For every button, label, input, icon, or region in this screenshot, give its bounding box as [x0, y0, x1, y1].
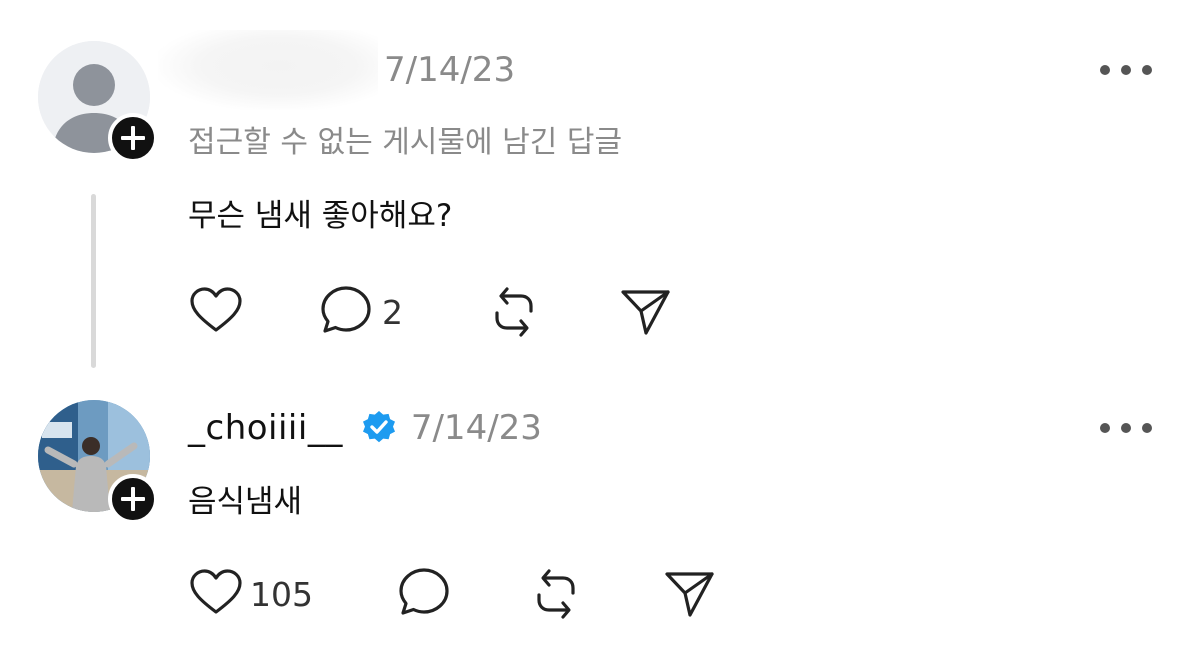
reply-count: 2: [382, 292, 403, 332]
like-button[interactable]: [188, 284, 244, 340]
follow-button[interactable]: [108, 113, 158, 163]
username[interactable]: _choiiii__: [188, 408, 343, 448]
post-text: 무슨 냄새 좋아해요?: [188, 198, 453, 234]
repost-icon: [537, 569, 575, 619]
heart-icon: [190, 569, 242, 614]
more-icon[interactable]: [1100, 422, 1152, 434]
verified-badge-icon: [362, 411, 395, 443]
plus-icon: [121, 126, 145, 150]
post-date: 7/14/23: [410, 408, 542, 448]
repost-button[interactable]: [528, 566, 584, 622]
heart-icon: [190, 287, 242, 332]
post-header: _choiiii__ 7/14/23: [188, 402, 542, 454]
redaction-blur: [158, 30, 378, 110]
reply-context: 접근할 수 없는 게시물에 남긴 답글: [188, 125, 623, 160]
follow-button[interactable]: [108, 474, 158, 524]
username-redacted[interactable]: [158, 30, 378, 110]
like-count: 105: [250, 574, 313, 614]
post-date: 7/14/23: [384, 50, 516, 90]
repost-icon: [495, 287, 533, 337]
thread-post: _choiiii__ 7/14/23 음식냄새 105: [0, 380, 1200, 668]
share-button[interactable]: [662, 566, 718, 622]
post-text: 음식냄새: [188, 484, 303, 520]
post-header: 7/14/23: [158, 30, 516, 110]
plus-icon: [121, 487, 145, 511]
reply-button[interactable]: 2: [320, 284, 403, 340]
send-icon: [665, 572, 714, 617]
like-button[interactable]: 105: [188, 566, 313, 622]
comment-icon: [399, 568, 449, 615]
more-icon[interactable]: [1100, 64, 1152, 76]
thread-post: 7/14/23 접근할 수 없는 게시물에 남긴 답글 무슨 냄새 좋아해요? …: [0, 0, 1200, 380]
send-icon: [621, 290, 670, 335]
repost-button[interactable]: [486, 284, 542, 340]
reply-button[interactable]: [398, 566, 454, 622]
thread-connector: [91, 194, 96, 368]
share-button[interactable]: [618, 284, 674, 340]
comment-icon: [321, 286, 371, 333]
